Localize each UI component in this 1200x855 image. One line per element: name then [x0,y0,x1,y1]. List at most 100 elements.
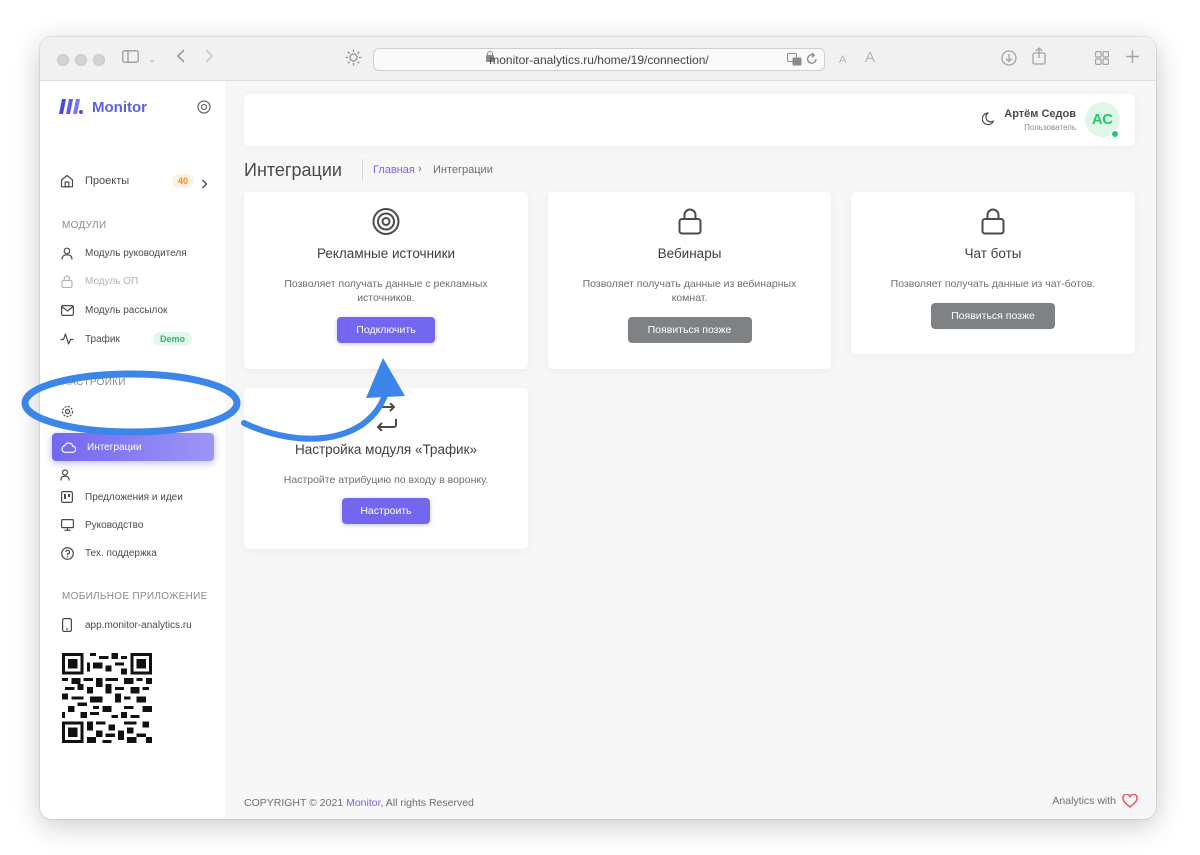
user-name: Артём Седов [1004,108,1076,120]
connect-button[interactable]: Подключить [337,317,435,343]
breadcrumb-divider [362,159,363,181]
moon-icon[interactable] [981,112,995,131]
target-icon [372,207,401,241]
sidebar-item-label: Руководство [85,519,144,531]
sidebar-item-label: Тех. поддержка [85,547,157,559]
tab-overview-icon[interactable] [1095,51,1110,71]
sidebar-item-label: Модуль ОП [85,275,139,287]
zoom-window-button[interactable] [93,54,105,66]
sidebar-item-hidden-users[interactable] [60,464,85,486]
main-content: Артём Седов Пользователь АС Интеграции Г… [225,81,1156,819]
card-title: Настройка модуля «Трафик» [294,442,478,457]
home-icon [60,174,74,188]
copyright-prefix: COPYRIGHT © 2021 [244,797,347,809]
lock-icon [678,207,702,240]
projects-count-badge: 40 [172,174,195,188]
card-title: Вебинары [657,246,722,261]
url-text: monitor-analytics.ru/home/19/connection/ [489,53,709,67]
target-toggle-icon[interactable] [197,100,211,119]
brand-name: Monitor [92,99,147,116]
brightness-icon[interactable] [345,49,362,72]
demo-badge: Demo [153,332,193,346]
qr-code [62,653,152,743]
sidebar-item-integrations[interactable]: Интеграции [52,433,214,461]
activity-icon [60,332,74,346]
section-title-settings: НАСТРОЙКИ [62,377,126,388]
sidebar-item-label: app.monitor-analytics.ru [85,619,192,631]
sidebar-item-traffic[interactable]: Трафик [60,328,120,350]
footer-brand-link[interactable]: Monitor [346,797,380,809]
card-description: Позволяет получать данные с рекламных ис… [284,278,488,304]
coming-soon-button[interactable]: Появиться позже [627,317,752,343]
cloud-icon [61,441,76,453]
card-ad-sources: Рекламные источники Позволяет получать д… [244,192,528,369]
card-title: Чат боты [964,246,1022,261]
user-icon [60,246,74,260]
download-icon[interactable] [1001,50,1017,72]
forward-icon[interactable] [204,48,214,70]
chevron-down-icon[interactable]: ⌄ [148,49,156,69]
reload-icon[interactable] [806,52,818,71]
section-title-modules: МОДУЛИ [62,220,107,231]
phone-icon [60,618,74,632]
browser-window: ⌄ monitor-analytics.ru/home/19/connectio… [40,37,1156,819]
font-smaller-button[interactable]: A [839,50,846,70]
card-description: Настройте атрибуцию по входу в воронку. [283,474,489,486]
sidebar-item-label: Предложения и идеи [85,491,183,503]
sidebar-item-label: Модуль рассылок [85,304,168,316]
sidebar-toggle-icon[interactable] [122,49,139,69]
board-icon [60,490,74,504]
breadcrumb-home-link[interactable]: Главная [373,164,415,176]
coming-soon-button[interactable]: Появиться позже [931,303,1055,329]
lock-icon [981,207,1005,240]
close-window-button[interactable] [57,54,69,66]
configure-button[interactable]: Настроить [342,498,430,524]
new-tab-icon[interactable] [1126,49,1139,69]
users-icon [60,468,74,482]
top-navbar: Артём Седов Пользователь АС [244,94,1135,146]
address-bar[interactable]: monitor-analytics.ru/home/19/connection/ [373,48,825,71]
minimize-window-button[interactable] [75,54,87,66]
browser-toolbar: ⌄ monitor-analytics.ru/home/19/connectio… [40,37,1156,81]
gear-icon [60,404,74,418]
card-webinars: Вебинары Позволяет получать данные из ве… [548,192,831,369]
sidebar-item-ideas[interactable]: Предложения и идеи [60,486,183,508]
sidebar-item-label: Интеграции [87,441,142,453]
card-title: Рекламные источники [316,246,456,261]
help-icon [60,546,74,560]
share-icon[interactable] [1032,47,1046,71]
sidebar-item-support[interactable]: Тех. поддержка [60,542,157,564]
sidebar-item-mailing-module[interactable]: Модуль рассылок [60,299,167,321]
footer-copyright: COPYRIGHT © 2021 Monitor, All rights Res… [244,797,474,809]
chevron-right-icon[interactable] [201,176,208,194]
mail-icon [60,303,74,317]
card-description: Позволяет получать данные из вебинарных … [582,278,797,304]
breadcrumb-current: Интеграции [433,164,493,176]
heart-icon [1122,794,1138,808]
transfer-icon [372,402,400,436]
card-traffic-settings: Настройка модуля «Трафик» Настройте атри… [244,388,528,549]
sidebar-item-label: Проекты [85,175,130,187]
sidebar-item-sales-module: Модуль ОП [60,270,138,292]
lock-icon [60,274,74,288]
sidebar-item-guide[interactable]: Руководство [60,514,143,536]
font-larger-button[interactable]: A [865,48,875,68]
sidebar-item-projects[interactable]: Проекты [60,170,129,192]
user-role: Пользователь [1024,123,1076,132]
monitor-icon [60,518,74,532]
sidebar-item-manager-module[interactable]: Модуль руководителя [60,242,187,264]
logo-icon [58,97,84,120]
translate-icon[interactable] [787,53,802,71]
sidebar-item-label: Модуль руководителя [85,247,187,259]
sidebar-item-hidden-setting[interactable] [60,400,85,422]
sidebar-item-mobile-app[interactable]: app.monitor-analytics.ru [60,614,192,636]
sidebar-item-label: Трафик [85,333,120,345]
breadcrumb-separator: › [418,163,422,175]
page-title: Интеграции [244,160,342,180]
section-title-mobile: МОБИЛЬНОЕ ПРИЛОЖЕНИЕ [62,591,208,602]
back-icon[interactable] [176,48,186,70]
footer-made-with: Analytics with [1052,794,1138,808]
online-status-dot [1111,130,1119,138]
sidebar: Monitor Проекты 40 МОДУЛИ Модуль руковод… [40,81,225,819]
footer-right-text: Analytics with [1052,795,1116,807]
